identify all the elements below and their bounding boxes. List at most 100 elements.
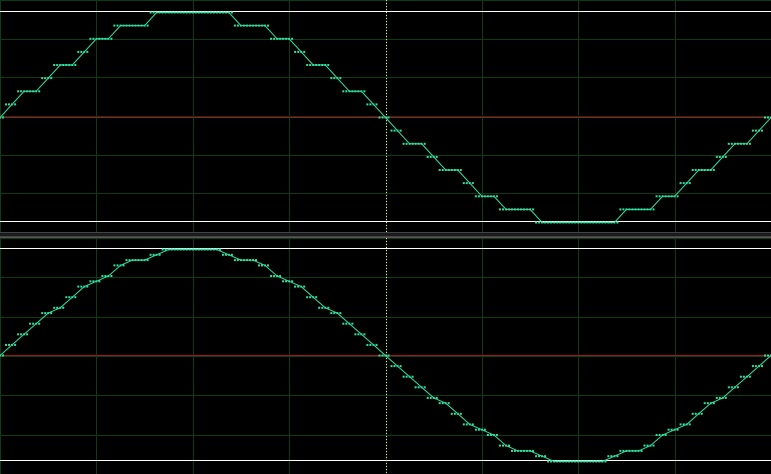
sample-point xyxy=(128,24,131,27)
sample-point xyxy=(89,280,92,283)
sample-point xyxy=(279,37,282,40)
sample-point xyxy=(685,182,688,185)
sample-point xyxy=(574,221,577,224)
sample-point xyxy=(622,449,625,452)
sample-point xyxy=(429,155,432,158)
sample-point xyxy=(92,37,95,40)
sample-point xyxy=(369,103,372,106)
sample-point xyxy=(56,306,59,309)
sample-point xyxy=(751,129,754,132)
sample-point xyxy=(239,24,242,27)
sample-point xyxy=(182,11,185,14)
sample-point xyxy=(486,195,489,198)
sample-point xyxy=(303,50,306,53)
sample-point xyxy=(125,24,128,27)
sample-point xyxy=(164,11,167,14)
sample-point xyxy=(706,402,709,405)
sample-point xyxy=(655,434,658,436)
sample-point xyxy=(369,343,372,346)
sample-point xyxy=(315,296,318,299)
sample-point xyxy=(233,259,236,262)
sample-point xyxy=(580,221,583,224)
sample-point xyxy=(309,64,312,66)
sample-point xyxy=(444,169,447,171)
sample-point xyxy=(17,90,20,93)
sample-point xyxy=(270,37,273,40)
waveform-panel-quantized[interactable] xyxy=(0,0,771,233)
sample-point xyxy=(492,434,495,436)
sample-point xyxy=(357,333,360,336)
sample-point xyxy=(426,396,429,399)
sample-point xyxy=(553,221,556,224)
sample-point xyxy=(92,280,95,283)
sample-point xyxy=(429,396,432,399)
sample-point xyxy=(742,142,745,145)
sample-point xyxy=(246,24,248,27)
sample-point xyxy=(53,306,56,309)
sample-point xyxy=(733,386,736,389)
sample-point xyxy=(736,142,739,145)
sample-point xyxy=(357,90,360,93)
sample-point xyxy=(405,375,408,378)
waveform-plot-quantized xyxy=(0,0,771,232)
sample-point xyxy=(547,460,550,463)
sample-point xyxy=(535,221,538,224)
sample-point xyxy=(523,208,525,211)
sample-point xyxy=(492,195,495,198)
sample-point xyxy=(538,455,541,458)
sample-point xyxy=(489,434,492,436)
sample-point xyxy=(212,248,215,251)
sample-point xyxy=(532,208,535,211)
sample-point xyxy=(71,64,74,66)
sample-point xyxy=(733,142,736,145)
sample-point xyxy=(715,396,718,399)
sample-point xyxy=(595,221,598,224)
sample-point xyxy=(330,77,333,80)
sample-point xyxy=(113,24,116,27)
sample-point xyxy=(568,221,571,224)
sample-point xyxy=(477,428,480,431)
sample-point xyxy=(667,195,670,198)
sample-point xyxy=(282,37,285,40)
sample-point xyxy=(420,386,423,389)
sample-point xyxy=(384,354,387,357)
sample-point xyxy=(158,253,161,256)
sample-point xyxy=(676,428,679,431)
sample-point xyxy=(65,64,68,66)
sample-point xyxy=(372,103,375,106)
sample-point xyxy=(95,37,98,40)
sample-point xyxy=(405,142,408,145)
sample-point xyxy=(676,195,679,198)
sample-point xyxy=(140,24,143,27)
sample-point xyxy=(601,221,604,224)
sample-point xyxy=(294,285,297,288)
sample-point xyxy=(291,280,294,283)
sample-point xyxy=(339,77,342,80)
sample-point xyxy=(462,182,465,185)
sample-point xyxy=(758,129,760,132)
sample-point xyxy=(589,221,592,224)
sample-point xyxy=(703,402,706,405)
sample-point xyxy=(658,195,661,198)
sample-point xyxy=(718,155,721,158)
sample-point xyxy=(38,322,41,325)
sample-point xyxy=(161,11,164,14)
sample-point xyxy=(351,322,354,325)
sample-point xyxy=(745,142,748,145)
sample-point xyxy=(468,182,471,185)
sample-point xyxy=(345,90,348,93)
sample-point xyxy=(321,306,324,309)
sample-point xyxy=(267,24,269,27)
sample-point xyxy=(252,24,254,27)
sample-point xyxy=(586,460,589,463)
sample-point xyxy=(387,354,390,357)
sample-point xyxy=(580,460,583,463)
sample-point xyxy=(411,142,414,145)
sample-point xyxy=(23,90,26,93)
sample-point xyxy=(360,333,363,336)
sample-point xyxy=(529,449,532,452)
sample-point xyxy=(568,460,571,463)
waveform-panel-smooth[interactable] xyxy=(0,237,771,474)
sample-point xyxy=(236,259,239,262)
sample-point xyxy=(86,285,89,288)
